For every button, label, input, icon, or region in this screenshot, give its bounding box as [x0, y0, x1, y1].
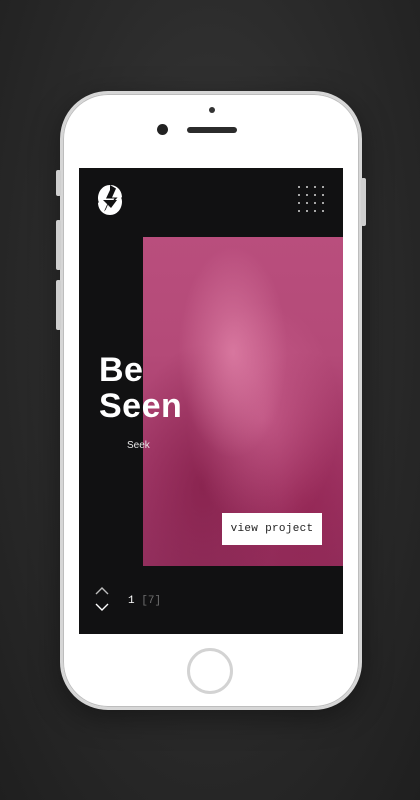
grid-dot: [298, 194, 300, 196]
view-project-button[interactable]: view project: [222, 513, 322, 545]
power-button: [361, 178, 366, 226]
menu-button[interactable]: [298, 186, 324, 212]
grid-dot: [306, 210, 308, 212]
front-camera: [157, 124, 168, 135]
proximity-sensor: [209, 107, 215, 113]
grid-dot: [314, 186, 316, 188]
grid-dot: [298, 202, 300, 204]
home-button[interactable]: [187, 648, 233, 694]
hero-title: Be Seen: [99, 352, 182, 424]
brand-logo-icon[interactable]: [97, 184, 123, 216]
earpiece-speaker: [187, 127, 237, 133]
page-total-close: ]: [154, 595, 162, 607]
page-current: 1: [128, 595, 135, 607]
hero-title-line-1: Be: [99, 351, 144, 389]
hero-title-line-2: Seen: [99, 387, 183, 425]
grid-dot: [306, 194, 308, 196]
grid-dot: [322, 202, 324, 204]
pager-arrows: [95, 586, 111, 618]
hero-subtitle: Seek: [127, 440, 150, 451]
grid-dot: [322, 194, 324, 196]
page-indicator: 1 [7]: [128, 595, 161, 607]
app-screen: Be Seen Seek view project 1 [7]: [79, 168, 343, 634]
grid-dot: [314, 194, 316, 196]
mute-switch: [56, 170, 61, 196]
chevron-up-icon[interactable]: [95, 586, 109, 596]
grid-dot: [306, 186, 308, 188]
grid-dot: [298, 210, 300, 212]
grid-dot: [322, 210, 324, 212]
volume-down-button: [56, 280, 61, 330]
chevron-down-icon[interactable]: [95, 602, 109, 612]
grid-dot: [298, 186, 300, 188]
grid-dot: [314, 202, 316, 204]
page-total-open: [: [141, 595, 148, 607]
grid-dot: [314, 210, 316, 212]
volume-up-button: [56, 220, 61, 270]
grid-dot: [306, 202, 308, 204]
grid-dot: [322, 186, 324, 188]
